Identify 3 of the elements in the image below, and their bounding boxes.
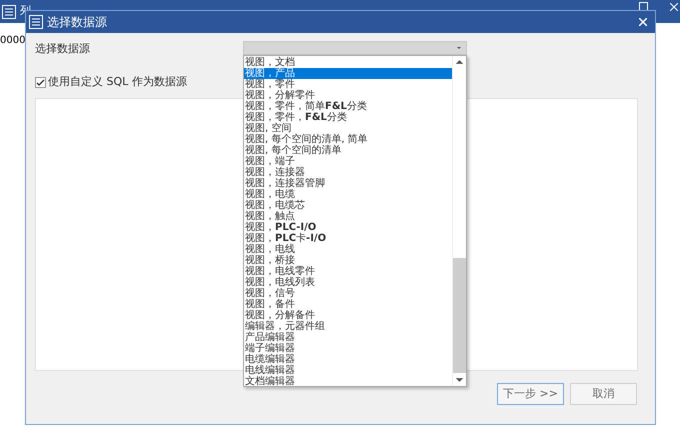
cell-text: 0000 bbox=[0, 34, 26, 48]
field-label: 选择数据源 bbox=[35, 41, 90, 57]
dialog-title: 选择数据源 bbox=[47, 14, 107, 31]
